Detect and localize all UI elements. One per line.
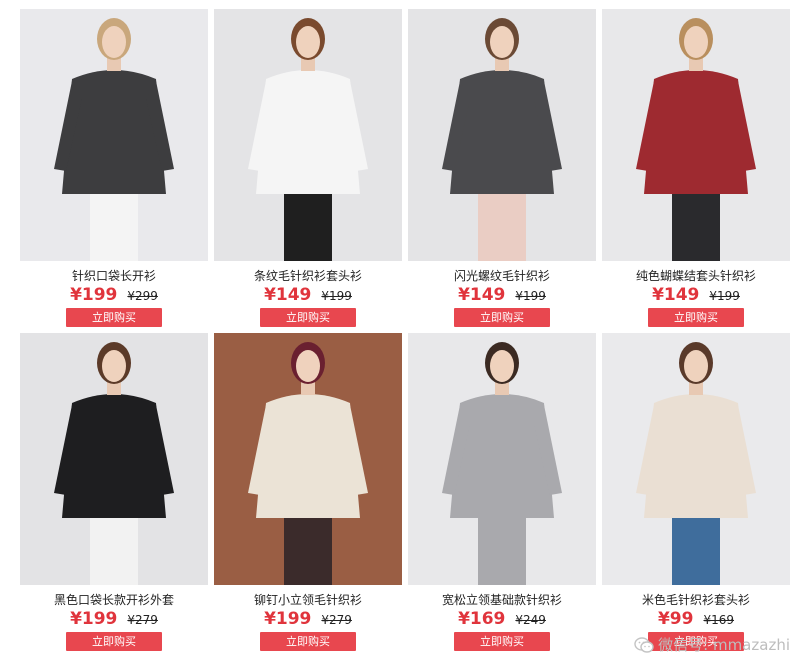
watermark-text: 微信号: mmazazhi (658, 636, 790, 654)
buy-now-button[interactable]: 立即购买 (454, 308, 550, 327)
garment (256, 394, 360, 518)
product-name: 针织口袋长开衫 (71, 269, 156, 283)
buy-now-button[interactable]: 立即购买 (66, 632, 162, 651)
price-row: ¥149 ¥199 (214, 285, 402, 305)
model-photo (408, 9, 596, 261)
garment (62, 70, 166, 194)
face (684, 350, 708, 382)
product-photo[interactable] (408, 333, 596, 585)
product-photo[interactable] (20, 9, 208, 261)
sale-price: ¥149 (652, 285, 700, 305)
price-row: ¥169 ¥249 (408, 609, 596, 629)
face (296, 350, 320, 382)
buy-now-button[interactable]: 立即购买 (260, 308, 356, 327)
face (102, 26, 126, 58)
product-photo[interactable] (602, 333, 790, 585)
product-name: 闪光螺纹毛针织衫 (453, 269, 550, 283)
sale-price: ¥149 (458, 285, 506, 305)
original-price: ¥249 (515, 613, 546, 627)
model-photo (602, 333, 790, 585)
product-grid: 针织口袋长开衫 ¥199 ¥299 立即购买 条纹毛针织衫套头衫 ¥149 ¥199… (0, 0, 800, 667)
price-row: ¥149 ¥199 (602, 285, 790, 305)
buy-now-button[interactable]: 立即购买 (454, 632, 550, 651)
garment (450, 70, 554, 194)
product-name: 米色毛针织衫套头衫 (641, 593, 750, 607)
face (296, 26, 320, 58)
buy-now-button[interactable]: 立即购买 (648, 308, 744, 327)
model-photo (214, 9, 402, 261)
garment (450, 394, 554, 518)
buy-now-button[interactable]: 立即购买 (66, 308, 162, 327)
product-photo[interactable] (214, 9, 402, 261)
price-row: ¥199 ¥279 (20, 609, 208, 629)
product-photo[interactable] (20, 333, 208, 585)
face (490, 350, 514, 382)
price-row: ¥199 ¥279 (214, 609, 402, 629)
product-card[interactable]: 米色毛针织衫套头衫 ¥99 ¥169 立即购买 (602, 333, 790, 653)
product-photo[interactable] (214, 333, 402, 585)
product-photo[interactable] (408, 9, 596, 261)
sale-price: ¥199 (264, 609, 312, 629)
original-price: ¥199 (515, 289, 546, 303)
product-card[interactable]: 纯色蝴蝶结套头针织衫 ¥149 ¥199 立即购买 (602, 9, 790, 329)
product-name: 条纹毛针织衫套头衫 (253, 269, 362, 283)
sale-price: ¥199 (70, 285, 118, 305)
garment (62, 394, 166, 518)
garment (644, 70, 748, 194)
original-price: ¥299 (127, 289, 158, 303)
product-card[interactable]: 黑色口袋长款开衫外套 ¥199 ¥279 立即购买 (20, 333, 208, 653)
product-name: 纯色蝴蝶结套头针织衫 (635, 269, 756, 283)
face (102, 350, 126, 382)
wechat-icon (634, 636, 654, 653)
product-card[interactable]: 条纹毛针织衫套头衫 ¥149 ¥199 立即购买 (214, 9, 402, 329)
price-row: ¥149 ¥199 (408, 285, 596, 305)
product-card[interactable]: 闪光螺纹毛针织衫 ¥149 ¥199 立即购买 (408, 9, 596, 329)
original-price: ¥199 (321, 289, 352, 303)
watermark: 微信号: mmazazhi (634, 634, 790, 655)
product-photo[interactable] (602, 9, 790, 261)
price-row: ¥199 ¥299 (20, 285, 208, 305)
garment (256, 70, 360, 194)
original-price: ¥199 (709, 289, 740, 303)
model-photo (214, 333, 402, 585)
model-photo (20, 9, 208, 261)
model-photo (602, 9, 790, 261)
sale-price: ¥199 (70, 609, 118, 629)
face (684, 26, 708, 58)
model-photo (408, 333, 596, 585)
product-name: 宽松立领基础款针织衫 (441, 593, 562, 607)
model-photo (20, 333, 208, 585)
sale-price: ¥149 (264, 285, 312, 305)
product-card[interactable]: 宽松立领基础款针织衫 ¥169 ¥249 立即购买 (408, 333, 596, 653)
face (490, 26, 514, 58)
garment (644, 394, 748, 518)
product-card[interactable]: 铆钉小立领毛针织衫 ¥199 ¥279 立即购买 (214, 333, 402, 653)
original-price: ¥169 (703, 613, 735, 627)
product-card[interactable]: 针织口袋长开衫 ¥199 ¥299 立即购买 (20, 9, 208, 329)
product-name: 黑色口袋长款开衫外套 (53, 593, 174, 607)
sale-price: ¥99 (657, 609, 694, 629)
original-price: ¥279 (321, 613, 352, 627)
product-name: 铆钉小立领毛针织衫 (253, 593, 362, 607)
price-row: ¥99 ¥169 (602, 609, 790, 629)
original-price: ¥279 (127, 613, 158, 627)
buy-now-button[interactable]: 立即购买 (260, 632, 356, 651)
sale-price: ¥169 (458, 609, 506, 629)
